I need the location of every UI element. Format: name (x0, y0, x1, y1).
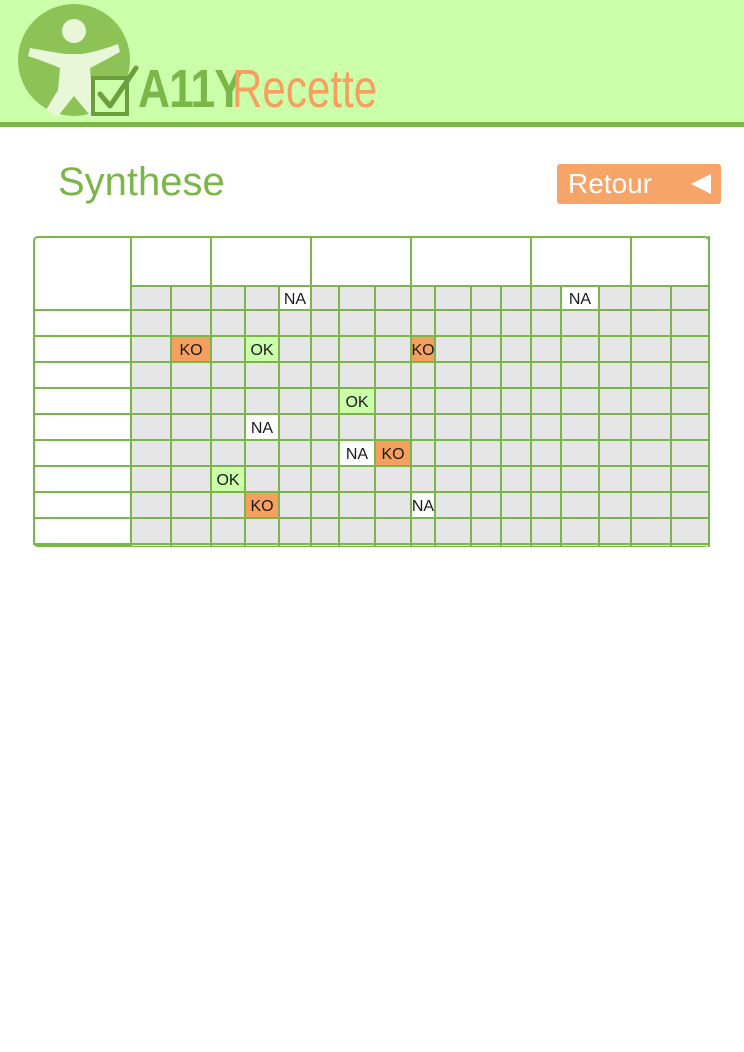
status-cell-na[interactable]: NA (280, 287, 310, 309)
synthesis-grid-canvas: NA NA KO OK KO OK NA NA KO OK KO NA (33, 236, 710, 547)
status-cell-na[interactable]: NA (246, 415, 278, 439)
synthesis-grid: NA NA KO OK KO OK NA NA KO OK KO NA (33, 236, 710, 547)
status-cell-label: NA (346, 446, 369, 463)
triangle-left-icon (691, 174, 711, 194)
status-cell-label: OK (345, 394, 368, 411)
back-button[interactable]: Retour (557, 164, 721, 204)
status-cell-ko[interactable]: KO (172, 337, 210, 361)
status-cell-label: NA (251, 420, 274, 437)
back-button-label: Retour (568, 168, 653, 199)
status-cell-label: KO (179, 342, 202, 359)
status-cell-label: KO (250, 498, 273, 515)
status-cell-ok[interactable]: OK (212, 467, 244, 491)
status-cell-ko[interactable]: KO (411, 337, 435, 361)
status-cell-label: OK (250, 342, 273, 359)
status-cell-ok[interactable]: OK (246, 337, 278, 361)
status-cell-na[interactable]: NA (562, 287, 598, 309)
status-cell-ko[interactable]: KO (376, 441, 410, 465)
checkbox-check-icon (91, 65, 139, 116)
status-cell-ok[interactable]: OK (340, 389, 374, 413)
app-logo[interactable]: A11Y Recette (0, 0, 420, 124)
logo-wordmark-a11y: A11Y (138, 59, 244, 119)
status-cell-na[interactable]: NA (340, 441, 374, 465)
status-cell-ko[interactable]: KO (246, 493, 278, 517)
logo-wordmark-recette: Recette (232, 59, 378, 119)
page-title: Synthese (58, 160, 225, 204)
status-cell-label: NA (569, 291, 592, 308)
status-cell-label: OK (216, 472, 239, 489)
status-cell-label: NA (284, 291, 307, 308)
status-cell-label: KO (381, 446, 404, 463)
status-cell-na[interactable]: NA (412, 493, 435, 517)
status-cell-label: KO (411, 342, 434, 359)
status-cell-label: NA (412, 498, 435, 515)
